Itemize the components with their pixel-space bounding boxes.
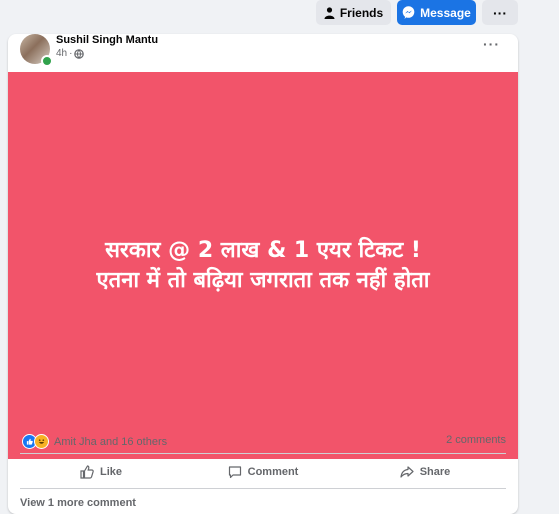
message-label: Message <box>420 5 471 20</box>
post-options-button[interactable]: ··· <box>483 36 500 52</box>
like-icon <box>80 465 94 479</box>
comment-button[interactable]: Comment <box>182 457 344 487</box>
view-more-comments-link[interactable]: View 1 more comment <box>20 497 136 509</box>
post-time[interactable]: 4h <box>56 48 67 59</box>
messenger-icon <box>402 6 415 19</box>
share-icon <box>400 466 414 478</box>
post-actions: Like Comment Share <box>20 457 506 487</box>
post-text-line-2: एतना में तो बढ़िया जगराता तक नहीं होता <box>96 267 430 293</box>
reactions-text: Amit Jha and 16 others <box>54 435 168 448</box>
message-button[interactable]: Message <box>397 0 476 25</box>
share-label: Share <box>419 466 451 478</box>
post-author[interactable]: Sushil Singh Mantu <box>56 34 158 46</box>
post-stats: Amit Jha and 16 others 2 comments <box>8 430 518 452</box>
post-content-background: सरकार @ 2 लाख & 1 एयर टिकट ! एतना में तो… <box>8 72 518 459</box>
reactions-summary[interactable]: Amit Jha and 16 others <box>22 434 167 449</box>
friends-label: Friends <box>339 5 384 20</box>
comment-label: Comment <box>247 466 299 478</box>
globe-icon <box>74 48 85 59</box>
like-label: Like <box>99 466 122 478</box>
more-options-button[interactable]: ··· <box>482 0 518 25</box>
post-text-line-1: सरकार @ 2 लाख & 1 एयर टिकट ! <box>105 237 421 263</box>
post-card: Sushil Singh Mantu 4h · ··· सरकार @ 2 ला… <box>8 34 518 514</box>
profile-action-bar: Friends Message ··· <box>0 0 559 30</box>
haha-reaction-icon <box>34 434 49 449</box>
share-button[interactable]: Share <box>344 457 506 487</box>
comments-count[interactable]: 2 comments <box>446 434 506 446</box>
more-options-label: ··· <box>493 4 507 21</box>
meta-separator: · <box>69 48 73 59</box>
friends-button[interactable]: Friends <box>316 0 391 25</box>
divider-top <box>20 453 506 454</box>
comment-icon <box>228 466 241 479</box>
person-icon <box>324 6 335 19</box>
online-status-dot <box>41 55 53 67</box>
divider-bottom <box>20 488 506 489</box>
like-button[interactable]: Like <box>20 457 182 487</box>
post-meta: 4h · <box>56 48 85 59</box>
post-header: Sushil Singh Mantu 4h · ··· <box>8 34 518 72</box>
